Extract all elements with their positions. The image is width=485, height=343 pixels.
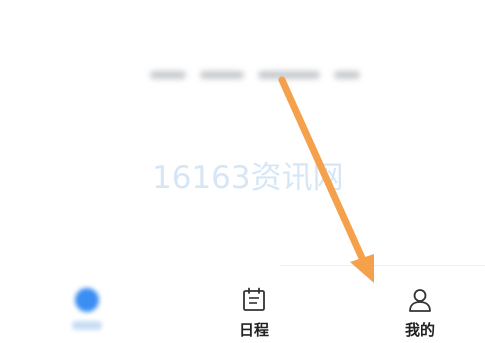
home-icon: [75, 288, 99, 312]
tab-schedule[interactable]: 日程: [209, 268, 299, 343]
calendar-icon: [243, 287, 265, 311]
tabbar-divider: [280, 265, 485, 266]
person-icon: [409, 289, 431, 312]
app-screen: 16163资讯网 日程 我的: [0, 0, 485, 343]
bottom-tab-bar: 日程 我的: [0, 268, 485, 343]
tab-home[interactable]: [42, 268, 132, 343]
tab-schedule-label: 日程: [238, 321, 269, 339]
watermark: 16163资讯网: [152, 160, 344, 196]
blurred-text-line: [150, 66, 360, 84]
tab-mine[interactable]: 我的: [375, 268, 465, 343]
tab-home-label: [72, 321, 102, 330]
tab-mine-label: 我的: [404, 321, 435, 339]
